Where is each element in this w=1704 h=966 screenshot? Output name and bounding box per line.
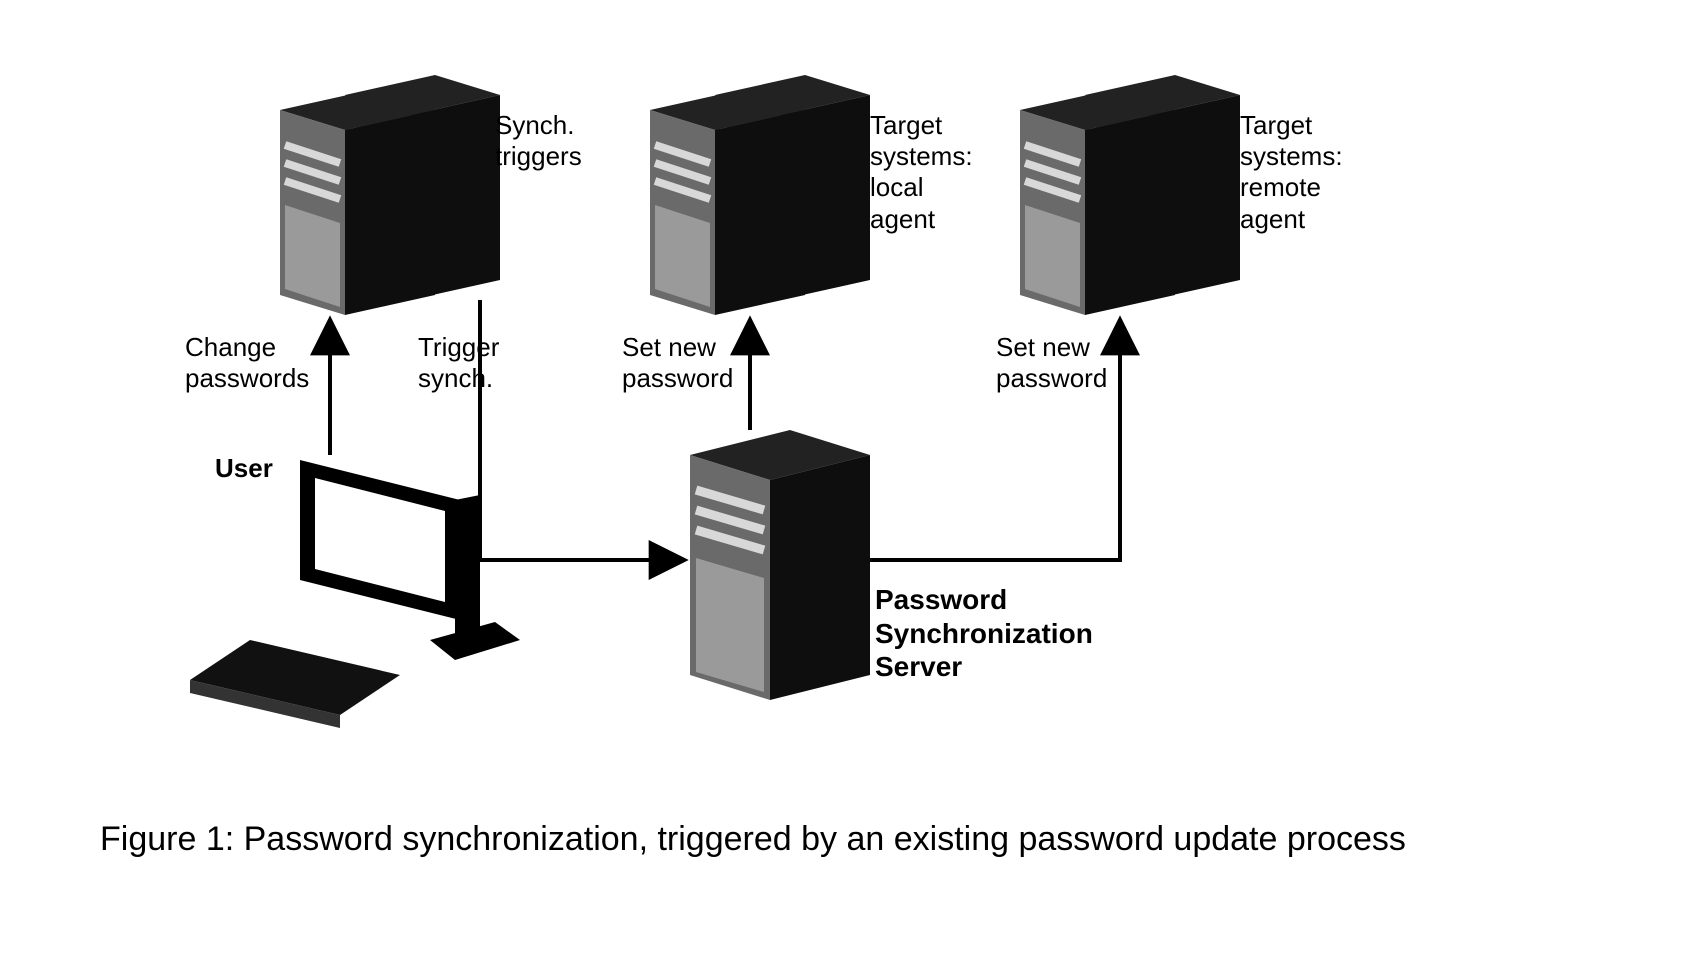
- synch-triggers-label: Synch. triggers: [495, 110, 582, 172]
- user-label: User: [215, 453, 273, 484]
- figure-caption: Figure 1: Password synchronization, trig…: [100, 820, 1406, 859]
- pss-label: Password Synchronization Server: [875, 583, 1093, 684]
- set-new-password-1-label: Set new password: [622, 332, 733, 394]
- target-remote-agent-label: Target systems: remote agent: [1240, 110, 1343, 235]
- diagram-canvas: User Change passwords Synch. triggers Tr…: [0, 0, 1704, 966]
- target-local-agent-label: Target systems: local agent: [870, 110, 973, 235]
- set-new-password-2-label: Set new password: [996, 332, 1107, 394]
- trigger-synch-label: Trigger synch.: [418, 332, 499, 394]
- change-passwords-label: Change passwords: [185, 332, 309, 394]
